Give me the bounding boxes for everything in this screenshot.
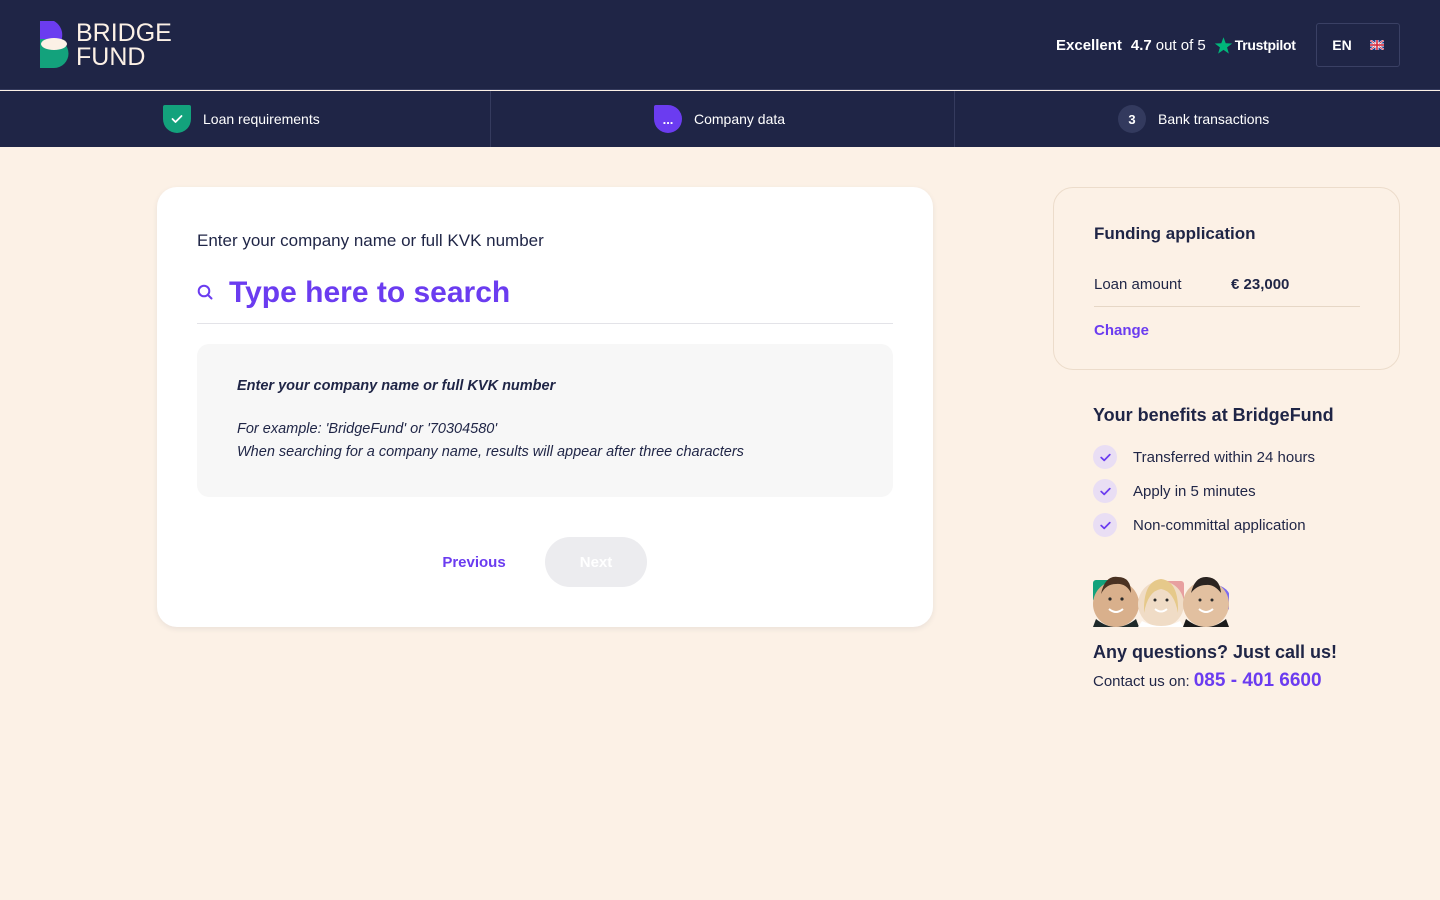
hint-note: When searching for a company name, resul… [237, 444, 744, 460]
benefit-label: Transferred within 24 hours [1133, 448, 1316, 466]
next-button[interactable]: Next [545, 537, 647, 587]
step-label: Company data [694, 111, 786, 127]
step-loan-requirements[interactable]: Loan requirements [163, 91, 320, 147]
avatar [1183, 576, 1229, 627]
benefit-item: Apply in 5 minutes [1093, 479, 1256, 503]
support-team-avatars [1093, 569, 1233, 627]
search-input[interactable] [229, 272, 869, 314]
step-divider [490, 91, 491, 147]
avatar [1138, 579, 1184, 627]
loan-amount-label: Loan amount [1094, 276, 1182, 293]
check-icon [1093, 445, 1117, 469]
hint-example: For example: 'BridgeFund' or '70304580' [237, 421, 498, 437]
language-selector[interactable]: EN [1316, 23, 1400, 67]
benefit-item: Non-committal application [1093, 513, 1306, 537]
search-icon [197, 284, 213, 300]
uk-flag-icon [1369, 40, 1384, 50]
trustpilot-star-icon [1214, 36, 1232, 54]
benefits-title: Your benefits at BridgeFund [1093, 405, 1334, 425]
divider [1094, 306, 1360, 307]
logo-line-1: BRIDGE [76, 19, 172, 47]
step-label: Loan requirements [203, 111, 320, 127]
change-link[interactable]: Change [1094, 322, 1149, 339]
hint-title: Enter your company name or full KVK numb… [237, 378, 556, 394]
avatar [1093, 576, 1139, 627]
step-number-badge: 3 [1118, 105, 1146, 133]
search-label: Enter your company name or full KVK numb… [197, 231, 544, 250]
check-icon [1093, 479, 1117, 503]
search-field[interactable] [197, 272, 893, 324]
previous-button[interactable]: Previous [423, 537, 525, 587]
step-divider [954, 91, 955, 147]
progress-steps: Loan requirements ... Company data 3 Ban… [0, 91, 1440, 147]
search-hint-box: Enter your company name or full KVK numb… [197, 344, 893, 497]
bridgefund-logo[interactable]: BRIDGE FUND [40, 19, 180, 71]
benefit-label: Apply in 5 minutes [1133, 482, 1256, 500]
trustpilot-out-of: out of 5 [1155, 36, 1206, 54]
logo-line-2: FUND [76, 43, 146, 71]
contact-line: Contact us on: 085 - 401 6600 [1093, 670, 1322, 692]
phone-link[interactable]: 085 - 401 6600 [1194, 670, 1322, 692]
step-label: Bank transactions [1158, 111, 1270, 127]
top-header: BRIDGE FUND Excellent 4.7 out of 5 Trust… [0, 0, 1440, 90]
loan-amount-value: € 23,000 [1231, 276, 1290, 293]
logo-wordmark: BRIDGE FUND [76, 19, 172, 71]
step-done-badge [163, 105, 191, 133]
benefit-label: Non-committal application [1133, 516, 1306, 534]
language-code: EN [1332, 37, 1352, 53]
logo-mark-icon [40, 21, 69, 68]
funding-application-card: Funding application Loan amount € 23,000… [1053, 187, 1400, 370]
contact-prefix: Contact us on: [1093, 673, 1190, 690]
funding-title: Funding application [1094, 224, 1256, 243]
benefit-item: Transferred within 24 hours [1093, 445, 1315, 469]
trustpilot-brand: Trustpilot [1234, 37, 1296, 53]
trustpilot-rating[interactable]: Excellent 4.7 out of 5 Trustpilot [1056, 34, 1296, 56]
step-company-data[interactable]: ... Company data [654, 91, 785, 147]
questions-title: Any questions? Just call us! [1093, 642, 1338, 662]
trustpilot-score: 4.7 [1130, 36, 1152, 54]
company-search-card: Enter your company name or full KVK numb… [157, 187, 933, 627]
step-active-badge: ... [654, 105, 682, 133]
trustpilot-rating-word: Excellent [1056, 36, 1122, 54]
step-bank-transactions[interactable]: 3 Bank transactions [1118, 91, 1269, 147]
checkmark-icon [171, 115, 183, 123]
check-icon [1093, 513, 1117, 537]
